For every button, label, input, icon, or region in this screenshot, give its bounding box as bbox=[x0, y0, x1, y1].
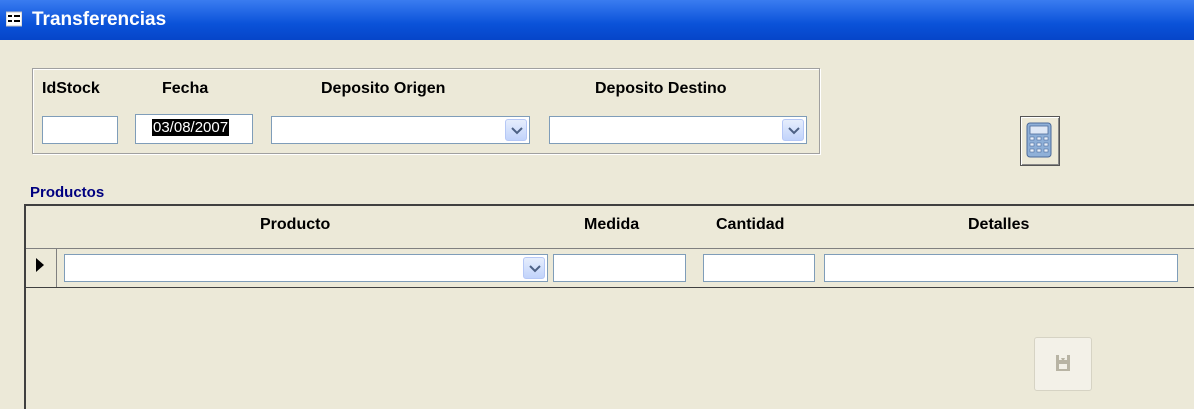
table-row bbox=[26, 248, 1194, 288]
idstock-input[interactable] bbox=[42, 116, 118, 144]
deposito-origen-label: Deposito Origen bbox=[321, 80, 446, 97]
window-titlebar: Transferencias bbox=[0, 0, 1194, 40]
fecha-value: 03/08/2007 bbox=[152, 119, 230, 136]
record-selector[interactable] bbox=[26, 249, 57, 287]
medida-input[interactable] bbox=[553, 254, 686, 282]
idstock-label: IdStock bbox=[42, 80, 100, 97]
productos-header-row: Producto Medida Cantidad Detalles bbox=[26, 206, 1194, 246]
producto-select[interactable] bbox=[64, 254, 548, 282]
window-title: Transferencias bbox=[32, 9, 167, 30]
calculator-button[interactable] bbox=[1020, 116, 1060, 166]
column-header-medida: Medida bbox=[584, 216, 640, 233]
detalles-input[interactable] bbox=[824, 254, 1178, 282]
column-header-cantidad: Cantidad bbox=[716, 216, 785, 233]
deposito-destino-label: Deposito Destino bbox=[595, 80, 727, 97]
fecha-label: Fecha bbox=[162, 80, 209, 97]
save-button[interactable] bbox=[1034, 337, 1092, 391]
chevron-down-icon[interactable] bbox=[782, 119, 804, 141]
chevron-down-icon[interactable] bbox=[505, 119, 527, 141]
productos-section-title: Productos bbox=[30, 184, 105, 201]
cantidad-input[interactable] bbox=[703, 254, 815, 282]
fecha-input[interactable]: 03/08/2007 bbox=[135, 114, 253, 144]
deposito-destino-select[interactable] bbox=[549, 116, 807, 144]
productos-subform: Producto Medida Cantidad Detalles bbox=[24, 204, 1194, 409]
form-icon bbox=[6, 11, 22, 27]
column-header-detalles: Detalles bbox=[968, 216, 1030, 233]
calculator-icon bbox=[1026, 122, 1052, 158]
deposito-origen-select[interactable] bbox=[271, 116, 530, 144]
save-icon bbox=[1056, 355, 1070, 371]
current-record-icon bbox=[36, 258, 44, 272]
column-header-producto: Producto bbox=[260, 216, 331, 233]
chevron-down-icon[interactable] bbox=[523, 257, 545, 279]
